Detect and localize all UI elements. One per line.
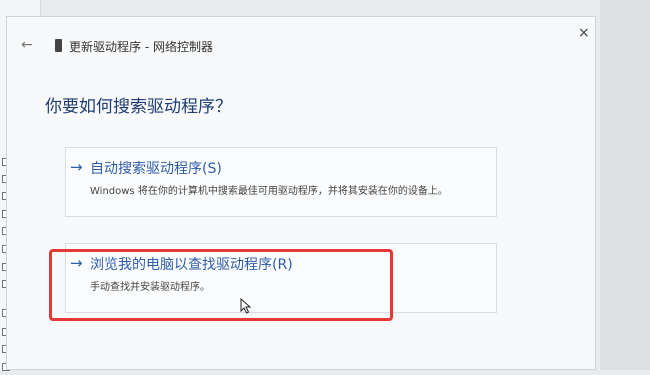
back-arrow-icon[interactable]: ← (21, 37, 33, 53)
option-title: 自动搜索驱动程序(S) (90, 161, 222, 177)
page-heading: 你要如何搜索驱动程序？ (45, 97, 232, 117)
option-description: Windows 将在你的计算机中搜索最佳可用驱动程序，并将其安装在你的设备上。 (90, 186, 448, 197)
auto-search-option[interactable]: → 自动搜索驱动程序(S) Windows 将在你的计算机中搜索最佳可用驱动程序… (65, 147, 497, 217)
close-icon[interactable]: × (578, 25, 590, 41)
mouse-cursor-icon (240, 298, 252, 314)
update-driver-dialog: ← 更新驱动程序 - 网络控制器 × 你要如何搜索驱动程序？ → 自动搜索驱动程… (6, 16, 596, 370)
dialog-title: 更新驱动程序 - 网络控制器 (69, 40, 213, 54)
device-icon (55, 39, 62, 52)
arrow-right-icon: → (70, 158, 83, 176)
background-window (600, 0, 650, 370)
highlight-box (49, 249, 393, 321)
